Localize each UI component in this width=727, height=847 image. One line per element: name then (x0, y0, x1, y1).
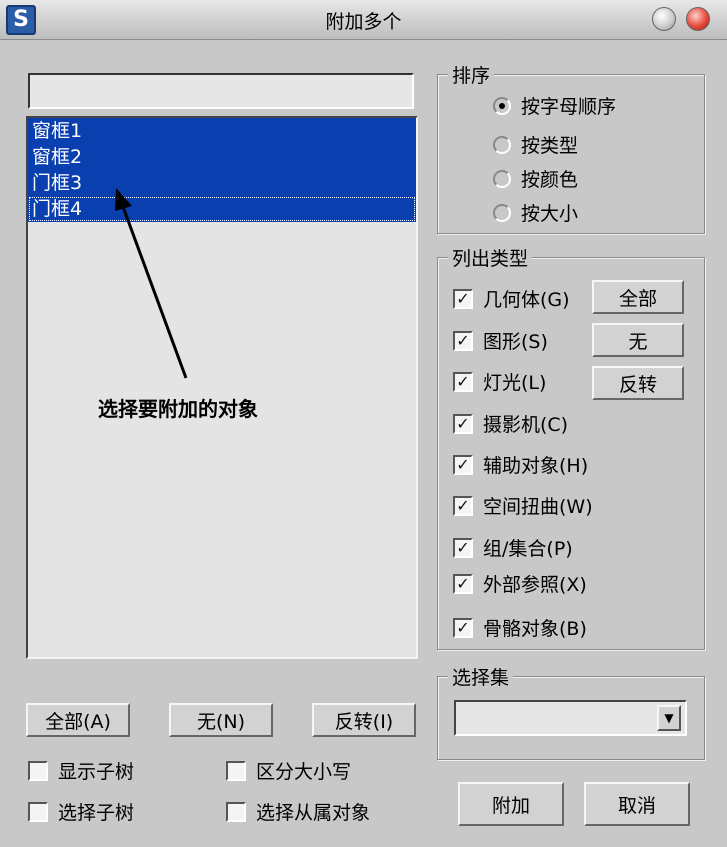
checkbox-box[interactable]: ✓ (453, 573, 473, 594)
selection-set-group-title: 选择集 (448, 663, 514, 690)
radio-label: 按类型 (521, 135, 579, 157)
attach-button[interactable]: 附加 (458, 782, 564, 826)
radio-label: 按大小 (521, 203, 579, 225)
radio-dot[interactable] (493, 135, 511, 154)
select-dependents-checkbox[interactable]: 选择从属对象 (226, 798, 370, 825)
checkbox-box[interactable]: ✓ (453, 413, 473, 434)
checkbox-box[interactable]: ✓ (453, 288, 473, 309)
checkbox-label: 辅助对象(H) (483, 455, 589, 477)
radio-label: 按颜色 (521, 169, 579, 191)
checkbox-label: 灯光(L) (483, 372, 547, 394)
checkbox-label: 显示子树 (58, 761, 135, 783)
checkbox-label: 图形(S) (483, 331, 548, 353)
checkbox-label: 空间扭曲(W) (483, 496, 593, 518)
checkbox-box[interactable] (226, 801, 246, 822)
show-subtree-checkbox[interactable]: 显示子树 (28, 757, 134, 784)
select-all-button[interactable]: 全部(A) (26, 703, 130, 737)
radio-label: 按字母顺序 (521, 96, 617, 118)
type-shapes-checkbox[interactable]: ✓ 图形(S) (453, 327, 548, 354)
checkbox-box[interactable]: ✓ (453, 371, 473, 392)
sort-size-radio[interactable]: 按大小 (493, 199, 578, 226)
cancel-button[interactable]: 取消 (584, 782, 690, 826)
radio-dot[interactable] (493, 169, 511, 188)
checkbox-label: 外部参照(X) (483, 574, 587, 596)
type-cameras-checkbox[interactable]: ✓ 摄影机(C) (453, 410, 568, 437)
types-none-button[interactable]: 无 (592, 323, 684, 357)
checkbox-box[interactable]: ✓ (453, 330, 473, 351)
types-all-button[interactable]: 全部 (592, 280, 684, 314)
sort-group-title: 排序 (448, 61, 495, 88)
checkbox-box[interactable]: ✓ (453, 537, 473, 558)
checkbox-box[interactable]: ✓ (453, 495, 473, 516)
type-spacewarps-checkbox[interactable]: ✓ 空间扭曲(W) (453, 492, 593, 519)
select-none-button[interactable]: 无(N) (169, 703, 273, 737)
type-geometry-checkbox[interactable]: ✓ 几何体(G) (453, 285, 570, 312)
checkbox-box[interactable]: ✓ (453, 454, 473, 475)
select-subtree-checkbox[interactable]: 选择子树 (28, 798, 134, 825)
type-bones-checkbox[interactable]: ✓ 骨骼对象(B) (453, 614, 587, 641)
types-invert-button[interactable]: 反转 (592, 366, 684, 400)
checkbox-box[interactable] (28, 801, 48, 822)
sort-type-radio[interactable]: 按类型 (493, 131, 578, 158)
type-lights-checkbox[interactable]: ✓ 灯光(L) (453, 368, 546, 395)
invert-selection-button[interactable]: 反转(I) (312, 703, 416, 737)
type-xrefs-checkbox[interactable]: ✓ 外部参照(X) (453, 570, 587, 597)
selection-set-dropdown[interactable] (454, 700, 687, 736)
sort-color-radio[interactable]: 按颜色 (493, 165, 578, 192)
checkbox-label: 骨骼对象(B) (483, 618, 587, 640)
type-groups-checkbox[interactable]: ✓ 组/集合(P) (453, 534, 573, 561)
checkbox-label: 摄影机(C) (483, 414, 569, 436)
list-types-group-title: 列出类型 (448, 244, 533, 271)
checkbox-box[interactable] (226, 760, 246, 781)
checkbox-label: 几何体(G) (483, 289, 570, 311)
radio-dot[interactable] (493, 203, 511, 222)
checkbox-label: 组/集合(P) (483, 538, 573, 560)
chevron-down-icon[interactable]: ▼ (657, 705, 681, 731)
checkbox-label: 选择从属对象 (256, 802, 371, 824)
sort-alphabetical-radio[interactable]: 按字母顺序 (493, 92, 616, 119)
radio-dot[interactable] (493, 96, 511, 115)
checkbox-label: 选择子树 (58, 802, 135, 824)
checkbox-label: 区分大小写 (256, 761, 352, 783)
checkbox-box[interactable] (28, 760, 48, 781)
annotation-text: 选择要附加的对象 (98, 397, 258, 421)
checkbox-box[interactable]: ✓ (453, 617, 473, 638)
case-sensitive-checkbox[interactable]: 区分大小写 (226, 757, 351, 784)
type-helpers-checkbox[interactable]: ✓ 辅助对象(H) (453, 451, 588, 478)
